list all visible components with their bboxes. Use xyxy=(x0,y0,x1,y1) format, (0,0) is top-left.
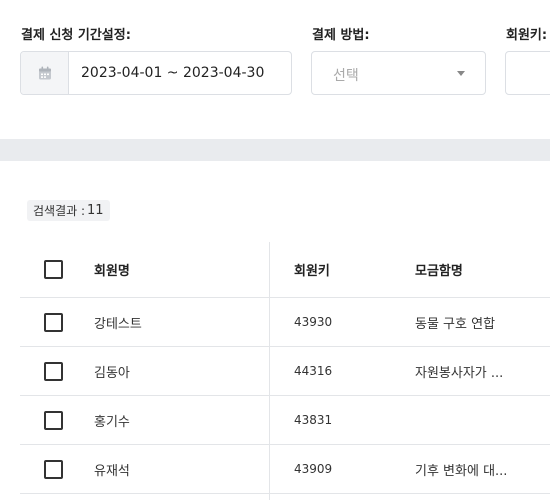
header-fund-name[interactable]: 모금함명 xyxy=(415,242,463,297)
payment-method-select[interactable]: 선택 xyxy=(311,51,486,95)
select-all-checkbox[interactable] xyxy=(44,260,63,279)
table-row[interactable]: 유재석 43909 기후 변화에 대... xyxy=(20,445,550,494)
payment-method-placeholder: 선택 xyxy=(333,68,359,84)
period-label: 결제 신청 기간설정: xyxy=(21,28,131,43)
member-name-cell: 강테스트 xyxy=(94,316,142,332)
member-key-cell: 43831 xyxy=(294,413,333,427)
member-key-input[interactable] xyxy=(505,51,550,95)
row-checkbox[interactable] xyxy=(44,459,63,479)
member-key-cell: 43909 xyxy=(294,462,333,476)
section-divider xyxy=(0,139,550,161)
payment-method-label: 결제 방법: xyxy=(312,28,370,43)
calendar-button[interactable] xyxy=(21,52,69,94)
table-row[interactable]: 김동아 44316 자원봉사자가 ... xyxy=(20,347,550,396)
header-member-name[interactable]: 회원명 xyxy=(94,242,130,297)
table-header-row: 회원명 회원키 모금함명 xyxy=(20,242,550,298)
header-member-key[interactable]: 회원키 xyxy=(294,242,330,297)
row-checkbox[interactable] xyxy=(44,361,63,381)
fund-name-cell: 기후 변화에 대... xyxy=(415,463,508,479)
result-count-badge: 검색결과 : 11 xyxy=(27,200,110,221)
member-key-cell: 43930 xyxy=(294,315,333,329)
row-checkbox[interactable] xyxy=(44,312,63,332)
member-table: 회원명 회원키 모금함명 강테스트 43930 동물 구호 연합 김동아 443… xyxy=(20,242,550,494)
date-range-picker[interactable]: 2023-04-01 ~ 2023-04-30 xyxy=(20,51,292,95)
table-row[interactable]: 홍기수 43831 xyxy=(20,396,550,445)
member-name-cell: 홍기수 xyxy=(94,414,130,430)
calendar-icon xyxy=(38,66,51,79)
member-key-cell: 44316 xyxy=(294,364,333,378)
member-name-cell: 유재석 xyxy=(94,463,130,479)
fund-name-cell: 동물 구호 연합 xyxy=(415,316,496,332)
fund-name-cell: 자원봉사자가 ... xyxy=(415,365,504,381)
chevron-down-icon xyxy=(457,71,465,76)
date-range-value: 2023-04-01 ~ 2023-04-30 xyxy=(81,65,265,81)
table-row[interactable]: 강테스트 43930 동물 구호 연합 xyxy=(20,298,550,347)
member-name-cell: 김동아 xyxy=(94,365,130,381)
member-key-label: 회원키: xyxy=(506,28,548,43)
result-count-label: 검색결과 : xyxy=(33,204,86,218)
row-checkbox[interactable] xyxy=(44,410,63,430)
result-count-value: 11 xyxy=(87,203,104,218)
